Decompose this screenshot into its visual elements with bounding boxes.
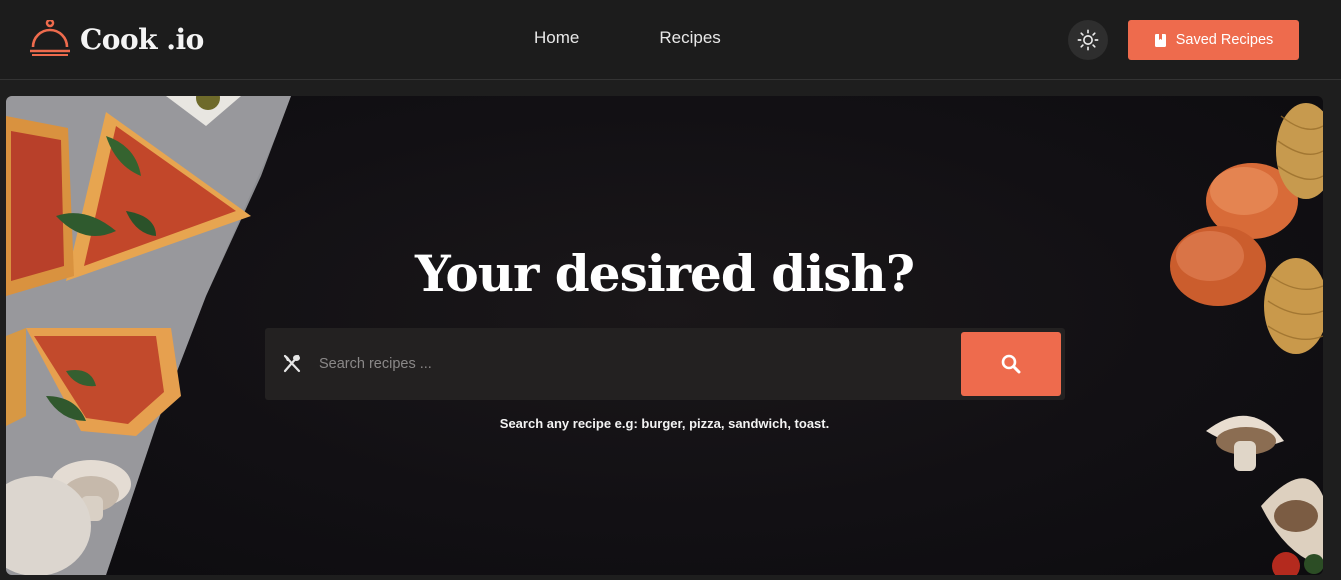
logo-text: Cook .io — [80, 22, 204, 56]
search-bar — [265, 328, 1065, 400]
fork-knife-icon — [283, 354, 301, 373]
search-icon — [1001, 354, 1021, 374]
theme-toggle-button[interactable] — [1068, 20, 1108, 60]
saved-recipes-button[interactable]: Saved Recipes — [1128, 20, 1299, 60]
search-input[interactable] — [319, 342, 949, 386]
hero-title: Your desired dish? — [415, 244, 915, 303]
logo[interactable]: Cook .io — [28, 18, 204, 60]
sun-icon — [1077, 29, 1099, 51]
nav-recipes[interactable]: Recipes — [659, 28, 720, 48]
nav-home[interactable]: Home — [534, 28, 579, 48]
search-button[interactable] — [961, 332, 1061, 396]
cloche-icon — [30, 20, 70, 56]
hero-banner: Your desired dish? Search any recipe e.g… — [6, 96, 1323, 575]
saved-recipes-label: Saved Recipes — [1175, 32, 1274, 48]
bookmark-icon — [1154, 33, 1166, 47]
top-navbar: Cook .io Home Recipes Saved Recipes — [0, 0, 1341, 80]
main-nav: Home Recipes — [534, 28, 721, 48]
search-hint: Search any recipe e.g: burger, pizza, sa… — [499, 416, 830, 431]
